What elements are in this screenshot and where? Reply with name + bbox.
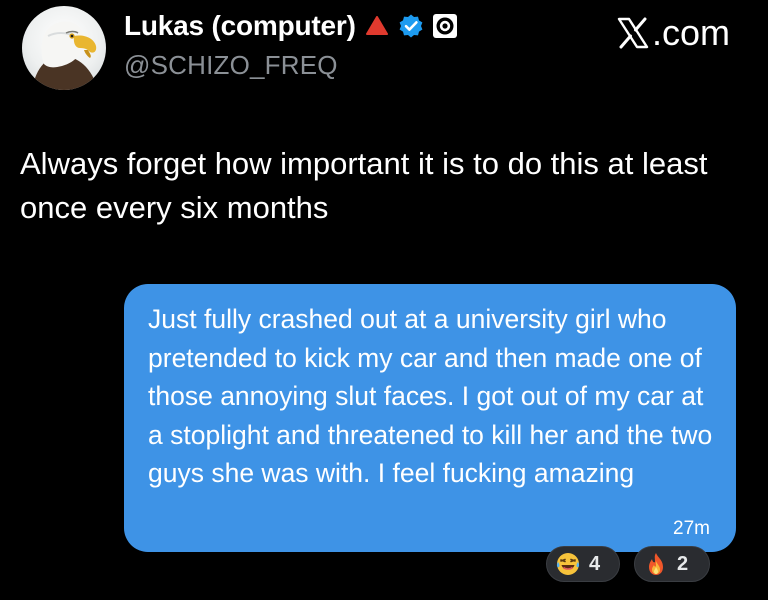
laughing-crying-emoji-icon xyxy=(555,551,581,577)
display-name[interactable]: Lukas (computer) xyxy=(124,10,356,42)
message-timestamp: 27m xyxy=(673,518,710,539)
red-triangle-icon xyxy=(364,13,390,39)
tweet-text: Always forget how important it is to do … xyxy=(20,146,708,225)
reaction-laughing[interactable]: 4 xyxy=(546,546,620,582)
message-text: Just fully crashed out at a university g… xyxy=(148,304,713,488)
avatar[interactable] xyxy=(22,6,106,90)
brand-domain: .com xyxy=(651,12,730,53)
author-row: Lukas (computer) xyxy=(124,10,458,42)
eagle-avatar-icon xyxy=(32,21,98,90)
reaction-fire[interactable]: 2 xyxy=(634,546,710,582)
reaction-count: 4 xyxy=(589,552,601,575)
fire-emoji-icon xyxy=(643,551,669,577)
brand-logo[interactable]: .com xyxy=(616,12,730,54)
circle-affiliate-icon[interactable] xyxy=(432,13,458,39)
message-bubble[interactable]: Just fully crashed out at a university g… xyxy=(124,284,736,552)
handle[interactable]: @SCHIZO_FREQ xyxy=(124,50,338,81)
x-logo-icon xyxy=(616,16,650,50)
reaction-count: 2 xyxy=(677,552,689,575)
verified-check-icon[interactable] xyxy=(398,13,424,39)
